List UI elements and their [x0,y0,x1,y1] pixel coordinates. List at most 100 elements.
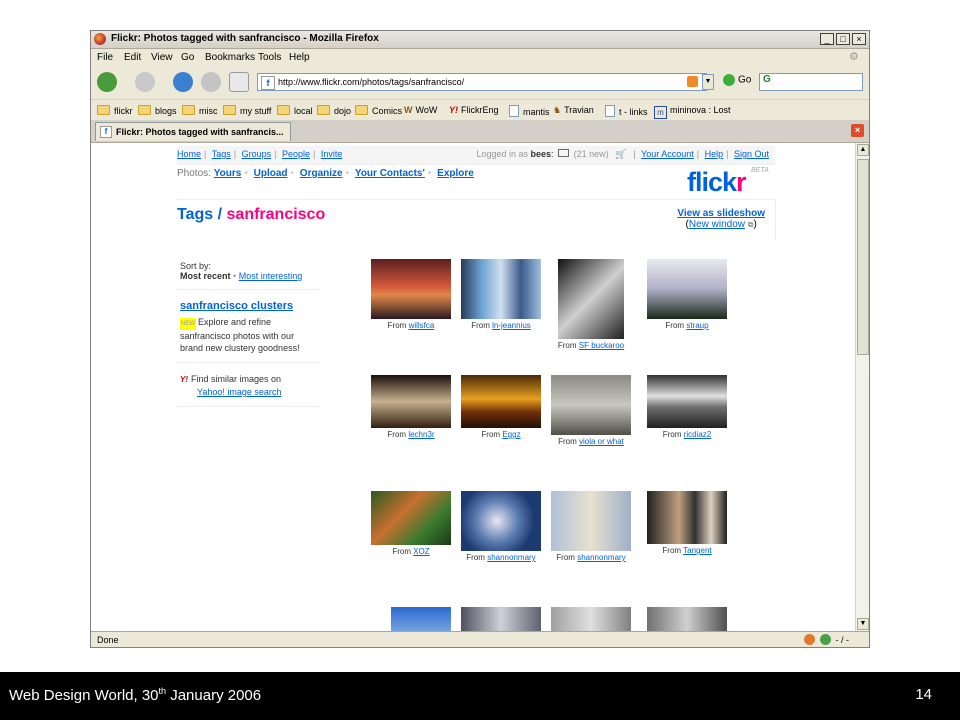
menu-file[interactable]: File [97,52,113,63]
bookmark-comics[interactable]: Comics [355,105,402,116]
bookmark-flickreng[interactable]: Y! FlickrEng [449,105,499,115]
nav-home[interactable]: Home [177,149,201,159]
nav-people[interactable]: People [282,149,310,159]
photo-thumbnail[interactable] [391,607,451,631]
search-input[interactable]: G [759,73,863,91]
bookmark-blogs[interactable]: blogs [138,105,177,116]
photo-owner-link[interactable]: Eggz [502,430,520,439]
status-right-text: - / - [835,634,850,645]
new-window-link[interactable]: New window [689,219,745,230]
nav-invite[interactable]: Invite [321,149,343,159]
vertical-scrollbar[interactable]: ▲ ▼ [855,143,869,631]
photo-thumbnail[interactable] [551,491,631,551]
bookmark-my-stuff[interactable]: my stuff [223,105,271,116]
photo-thumbnail[interactable] [551,375,631,435]
sort-most-interesting-link[interactable]: Most interesting [239,271,303,281]
photo-owner-link[interactable]: SF buckaroo [579,341,624,350]
your-account-link[interactable]: Your Account [641,149,694,159]
bookmark-dojo[interactable]: dojo [317,105,351,116]
menu-help[interactable]: Help [289,52,310,63]
go-button[interactable]: Go [723,74,751,86]
photo-owner-link[interactable]: straup [686,321,708,330]
scroll-up-icon[interactable]: ▲ [857,144,869,156]
mail-icon[interactable] [558,149,570,157]
bookmark-t-links[interactable]: t - links [605,105,648,117]
photo-thumbnail[interactable] [461,375,541,428]
menu-edit[interactable]: Edit [124,52,141,63]
rss-feed-icon[interactable] [687,76,698,87]
yahoo-image-search-link[interactable]: Yahoo! image search [197,387,281,397]
address-bar[interactable]: f http://www.flickr.com/photos/tags/sanf… [257,73,707,91]
photo-item: From willsfca [366,259,456,330]
forward-arrow-icon[interactable] [135,72,155,92]
photo-owner-link[interactable]: XOZ [413,547,429,556]
photo-thumbnail[interactable] [461,607,541,631]
flickr-logo[interactable]: flickr [687,167,746,198]
bookmark-misc[interactable]: misc [182,105,218,116]
bookmark-travian[interactable]: ♞ Travian [553,105,594,116]
bookmark-mininova[interactable]: m mininova : Lost [654,105,731,119]
photo-thumbnail[interactable] [371,375,451,428]
photo-owner-link[interactable]: shannonmary [487,553,535,562]
firefox-status-icon[interactable] [803,634,815,645]
nav-tags[interactable]: Tags [212,149,231,159]
menu-go[interactable]: Go [181,52,194,63]
photo-owner-link[interactable]: ln-jeannius [492,321,531,330]
bookmark-flickr[interactable]: flickr [97,105,133,116]
photos-upload[interactable]: Upload [254,168,288,179]
sign-out-link[interactable]: Sign Out [734,149,769,159]
nav-groups[interactable]: Groups [242,149,272,159]
photo-thumbnail[interactable] [461,259,541,319]
scroll-down-icon[interactable]: ▼ [857,618,869,630]
view-slideshow-link[interactable]: View as slideshow [677,208,765,219]
photo-thumbnail[interactable] [558,259,624,339]
menu-view[interactable]: View [151,52,173,63]
maximize-button[interactable]: □ [836,33,850,45]
back-arrow-icon[interactable] [97,72,117,92]
photos-contacts[interactable]: Your Contacts' [355,168,425,179]
yahoo-search-text: Find similar images on [191,374,282,384]
close-tab-button[interactable]: × [851,124,864,137]
photo-thumbnail[interactable] [647,607,727,631]
minimize-button[interactable]: _ [820,33,834,45]
photo-thumbnail[interactable] [371,491,451,545]
home-icon[interactable] [229,72,249,92]
photo-thumbnail[interactable] [647,375,727,428]
clusters-description: Explore and refine sanfrancisco photos w… [180,317,300,353]
cart-icon[interactable]: 🛒 [615,149,626,159]
yahoo-icon: Y! [180,375,188,384]
photo-owner-link[interactable]: shannonmary [577,553,625,562]
photos-explore[interactable]: Explore [437,168,474,179]
photo-owner-link[interactable]: Tangent [683,546,711,555]
photos-organize[interactable]: Organize [300,168,343,179]
menu-tools[interactable]: Tools [258,52,281,63]
photo-owner-link[interactable]: willsfca [409,321,435,330]
scroll-thumb[interactable] [857,159,869,355]
check-icon[interactable] [819,634,831,645]
photo-thumbnail[interactable] [647,259,727,319]
photo-thumbnail[interactable] [647,491,727,544]
photo-owner-link[interactable]: viola or what [579,437,624,446]
bookmark-local[interactable]: local [277,105,313,116]
slide-footer: Web Design World, 30th January 2006 14 [0,672,960,720]
url-dropdown-button[interactable]: ▼ [702,74,714,90]
menu-bookmarks[interactable]: Bookmarks [205,52,255,63]
bookmark-wow[interactable]: W WoW [404,105,437,115]
status-text: Done [97,635,119,645]
clusters-link[interactable]: sanfrancisco clusters [180,300,293,312]
stop-icon[interactable] [201,72,221,92]
close-button[interactable]: × [852,33,866,45]
reload-icon[interactable] [173,72,193,92]
help-link[interactable]: Help [705,149,724,159]
bookmark-mantis[interactable]: mantis [509,105,550,117]
mininova-icon: m [654,106,667,119]
photo-thumbnail[interactable] [461,491,541,551]
firefox-icon [94,33,106,45]
tab-bar: f Flickr: Photos tagged with sanfrancis.… [91,120,869,143]
photo-owner-link[interactable]: lechn3r [408,430,434,439]
tab-flickr[interactable]: f Flickr: Photos tagged with sanfrancis.… [95,122,291,141]
photos-yours[interactable]: Yours [214,168,242,179]
photo-thumbnail[interactable] [371,259,451,319]
photo-owner-link[interactable]: ricdiaz2 [684,430,712,439]
photo-thumbnail[interactable] [551,607,631,631]
